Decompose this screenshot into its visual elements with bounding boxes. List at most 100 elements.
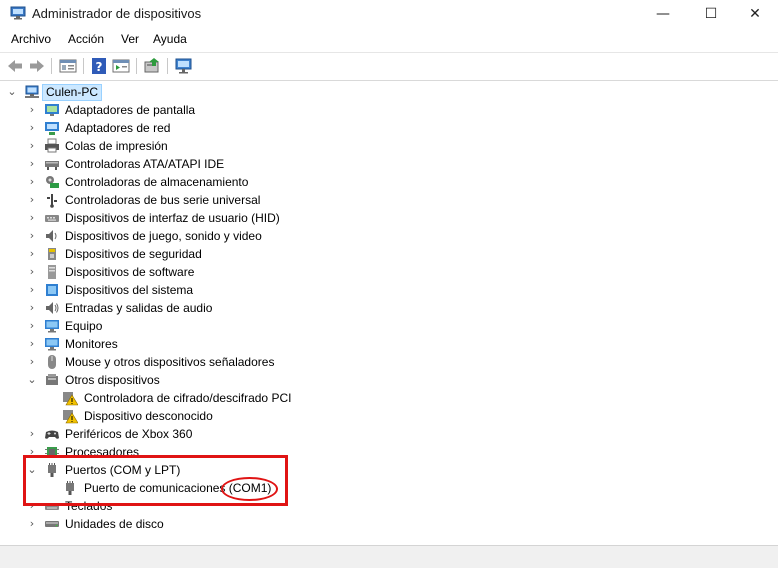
chevron-right-icon[interactable]: › xyxy=(26,353,38,371)
tree-item-sistema[interactable]: › Dispositivos del sistema xyxy=(0,281,400,299)
tree-item-otros[interactable]: ⌄ Otros dispositivos xyxy=(0,371,400,389)
tree-item-label: Controladora de cifrado/descifrado PCI xyxy=(84,391,292,405)
tree-item-equipo[interactable]: › Equipo xyxy=(0,317,400,335)
tree-item-seguridad[interactable]: › Dispositivos de seguridad xyxy=(0,245,400,263)
tree-item-hid[interactable]: › Dispositivos de interfaz de usuario (H… xyxy=(0,209,400,227)
menu-archivo[interactable]: Archivo xyxy=(11,32,51,46)
device-manager-app-icon xyxy=(10,6,26,20)
chevron-right-icon[interactable]: › xyxy=(26,191,38,209)
menu-accion[interactable]: Acción xyxy=(68,32,104,46)
monitor-icon xyxy=(45,338,59,351)
close-button[interactable]: ✕ xyxy=(732,0,778,28)
chevron-right-icon[interactable]: › xyxy=(26,227,38,245)
tree-item-monitores[interactable]: › Monitores xyxy=(0,335,400,353)
menu-ayuda[interactable]: Ayuda xyxy=(153,32,187,46)
tree-item-label: Unidades de disco xyxy=(65,517,164,531)
audio-io-icon xyxy=(46,302,59,314)
chevron-right-icon[interactable]: › xyxy=(26,317,38,335)
minimize-button[interactable]: — xyxy=(640,0,686,28)
chevron-right-icon[interactable]: › xyxy=(26,299,38,317)
chevron-right-icon[interactable]: › xyxy=(26,173,38,191)
update-driver-icon[interactable] xyxy=(142,56,162,76)
tree-root[interactable]: ⌄ Culen-PC xyxy=(0,83,300,101)
tree-item-ata-atapi[interactable]: › Controladoras ATA/ATAPI IDE xyxy=(0,155,400,173)
tree-item-label: Otros dispositivos xyxy=(65,373,160,387)
tree-item-label: Periféricos de Xbox 360 xyxy=(65,427,193,441)
tree-item-label: Controladoras ATA/ATAPI IDE xyxy=(65,157,225,171)
scan-hardware-icon[interactable] xyxy=(174,56,194,76)
disk-drive-icon xyxy=(45,521,59,527)
tree-item-label: Colas de impresión xyxy=(65,139,168,153)
tree-item-usb[interactable]: › Controladoras de bus serie universal xyxy=(0,191,400,209)
network-adapter-icon xyxy=(45,122,59,135)
window-title: Administrador de dispositivos xyxy=(32,6,202,21)
tree-item-audio-io[interactable]: › Entradas y salidas de audio xyxy=(0,299,400,317)
tree-item-label: Monitores xyxy=(65,337,118,351)
tree-item-juego-sonido[interactable]: › Dispositivos de juego, sonido y video xyxy=(0,227,400,245)
chevron-right-icon[interactable]: › xyxy=(26,281,38,299)
chevron-right-icon[interactable]: › xyxy=(26,515,38,533)
tree-item-almacenamiento[interactable]: › Controladoras de almacenamiento xyxy=(0,173,400,191)
chevron-right-icon[interactable]: › xyxy=(26,245,38,263)
tree-item-colas-impresion[interactable]: › Colas de impresión xyxy=(0,137,400,155)
toolbar: ? xyxy=(0,52,778,79)
display-adapter-icon xyxy=(45,104,59,116)
tree-item-label: Entradas y salidas de audio xyxy=(65,301,213,315)
other-devices-icon xyxy=(46,374,58,385)
ide-controller-icon xyxy=(45,161,59,170)
mouse-icon xyxy=(48,355,56,369)
maximize-button[interactable]: ☐ xyxy=(688,0,734,28)
annotation-highlight-oval xyxy=(221,477,278,501)
speaker-icon xyxy=(46,230,57,242)
chevron-right-icon[interactable]: › xyxy=(26,101,38,119)
system-device-icon xyxy=(46,284,58,296)
tree-item-label: Adaptadores de red xyxy=(65,121,171,135)
title-bar: Administrador de dispositivos — ☐ ✕ xyxy=(0,0,778,28)
tree-item-label: Controladoras de almacenamiento xyxy=(65,175,249,189)
tree-child-desconocido[interactable]: Dispositivo desconocido xyxy=(0,407,400,425)
svg-text:?: ? xyxy=(96,60,103,74)
tree-item-adaptadores-red[interactable]: › Adaptadores de red xyxy=(0,119,400,137)
chevron-right-icon[interactable]: › xyxy=(26,209,38,227)
back-icon[interactable] xyxy=(5,56,25,76)
view-icon[interactable] xyxy=(111,56,131,76)
tree-item-label: Equipo xyxy=(65,319,103,333)
tree-item-label: Dispositivos de software xyxy=(65,265,195,279)
hid-icon xyxy=(45,215,59,222)
chevron-down-icon[interactable]: ⌄ xyxy=(6,83,18,101)
forward-icon[interactable] xyxy=(27,56,47,76)
tree-item-discos[interactable]: › Unidades de disco xyxy=(0,515,400,533)
menu-ver[interactable]: Ver xyxy=(121,32,139,46)
chevron-right-icon[interactable]: › xyxy=(26,137,38,155)
chevron-right-icon[interactable]: › xyxy=(26,119,38,137)
tree-item-xbox[interactable]: › Periféricos de Xbox 360 xyxy=(0,425,400,443)
chevron-right-icon[interactable]: › xyxy=(26,335,38,353)
warning-device-icon xyxy=(63,392,78,406)
tree-item-label: Dispositivos de interfaz de usuario (HID… xyxy=(65,211,280,225)
properties-icon[interactable] xyxy=(58,56,78,76)
status-bar xyxy=(0,545,778,568)
computer-network-icon xyxy=(25,85,39,98)
computer-icon xyxy=(45,320,59,333)
tree-item-label: Dispositivo desconocido xyxy=(84,409,213,423)
tree-item-label: Controladoras de bus serie universal xyxy=(65,193,261,207)
tree-item-adaptadores-pantalla[interactable]: › Adaptadores de pantalla xyxy=(0,101,400,119)
software-device-icon xyxy=(48,265,56,279)
chevron-right-icon[interactable]: › xyxy=(26,263,38,281)
tree-item-mouse[interactable]: › Mouse y otros dispositivos señaladores xyxy=(0,353,400,371)
warning-device-icon xyxy=(63,410,78,424)
help-icon[interactable]: ? xyxy=(89,56,109,76)
tree-item-label: Dispositivos de juego, sonido y video xyxy=(65,229,262,243)
printer-icon xyxy=(45,138,59,153)
usb-icon xyxy=(47,194,57,208)
chevron-right-icon[interactable]: › xyxy=(26,155,38,173)
tree-item-label: Dispositivos del sistema xyxy=(65,283,194,297)
security-device-icon xyxy=(48,248,56,260)
gamepad-icon xyxy=(45,430,59,439)
chevron-down-icon[interactable]: ⌄ xyxy=(26,371,38,389)
tree-item-software[interactable]: › Dispositivos de software xyxy=(0,263,400,281)
chevron-right-icon[interactable]: › xyxy=(26,425,38,443)
tree-item-label: Adaptadores de pantalla xyxy=(65,103,196,117)
tree-child-cifrado-pci[interactable]: Controladora de cifrado/descifrado PCI xyxy=(0,389,400,407)
storage-controller-icon xyxy=(46,176,59,188)
